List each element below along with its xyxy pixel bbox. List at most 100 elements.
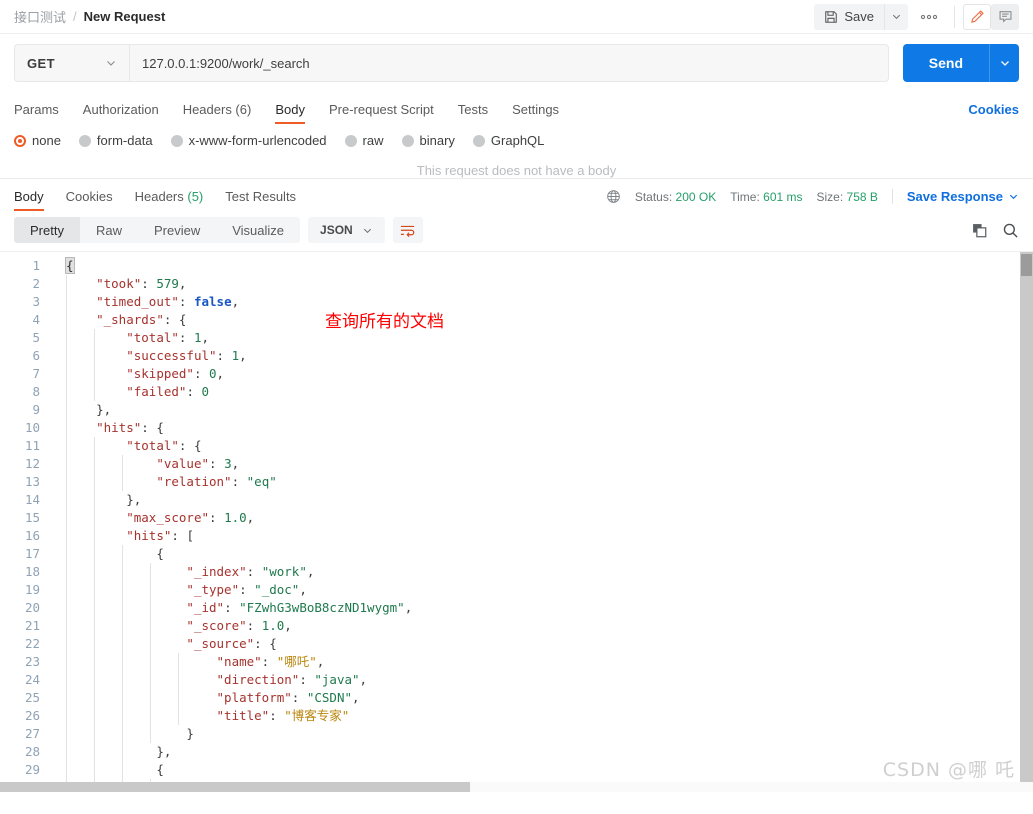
code-token: "platform" xyxy=(216,690,292,705)
code-line: 29 { xyxy=(0,761,1033,779)
send-button[interactable]: Send xyxy=(902,44,989,82)
indent-guide xyxy=(66,401,67,419)
response-language-select[interactable]: JSON xyxy=(308,217,385,243)
tab-headers[interactable]: Headers (6) xyxy=(183,102,252,124)
breadcrumb-current-request[interactable]: New Request xyxy=(84,9,166,24)
tab-settings[interactable]: Settings xyxy=(512,102,559,124)
format-preview[interactable]: Preview xyxy=(138,217,216,243)
breadcrumb-collection[interactable]: 接口测试 xyxy=(14,7,66,26)
code-token: "direction" xyxy=(216,672,300,687)
indent-guide xyxy=(94,473,95,491)
indent-guide xyxy=(122,707,123,725)
code-token: , xyxy=(306,564,315,579)
indent-guide xyxy=(122,761,123,779)
code-token: : xyxy=(193,366,210,381)
code-line: 4 "_shards": { xyxy=(0,311,1033,329)
line-number: 19 xyxy=(24,582,40,597)
format-raw[interactable]: Raw xyxy=(80,217,138,243)
line-number: 18 xyxy=(24,564,40,579)
code-token: "哪吒" xyxy=(276,654,317,669)
http-method-select[interactable]: GET xyxy=(14,44,129,82)
save-response-button[interactable]: Save Response xyxy=(907,189,1019,204)
time-label: Time: xyxy=(730,189,760,204)
tab-authorization[interactable]: Authorization xyxy=(83,102,159,124)
code-token: false xyxy=(193,294,232,309)
tab-body[interactable]: Body xyxy=(275,102,305,124)
code-token: , xyxy=(201,330,210,345)
line-number: 11 xyxy=(24,438,40,453)
code-token: , xyxy=(178,276,187,291)
ellipsis-icon xyxy=(920,14,938,20)
code-token: "failed" xyxy=(126,384,187,399)
tab-pre-request-script[interactable]: Pre-request Script xyxy=(329,102,434,124)
code-token: , xyxy=(359,672,368,687)
horizontal-scrollbar-thumb[interactable] xyxy=(0,782,470,792)
format-visualize[interactable]: Visualize xyxy=(216,217,300,243)
indent-guide xyxy=(66,671,67,689)
body-type-binary[interactable]: binary xyxy=(401,133,455,148)
code-token: 1 xyxy=(231,348,240,363)
cookies-link[interactable]: Cookies xyxy=(968,102,1019,117)
body-type-graphql[interactable]: GraphQL xyxy=(472,133,544,148)
line-number: 29 xyxy=(24,762,40,777)
response-tabs-row: Body Cookies Headers (5) Test Results St… xyxy=(0,179,1033,211)
search-icon[interactable] xyxy=(1002,222,1019,239)
radio-selected-icon xyxy=(14,134,26,147)
code-token: "name" xyxy=(216,654,262,669)
response-tab-body[interactable]: Body xyxy=(14,189,44,211)
horizontal-scrollbar[interactable] xyxy=(0,782,1033,792)
code-token: : xyxy=(141,420,157,435)
body-type-form-data[interactable]: form-data xyxy=(78,133,153,148)
annotation-text: 查询所有的文档 xyxy=(325,312,444,332)
response-body-actions xyxy=(971,222,1019,239)
chevron-down-icon xyxy=(999,57,1011,69)
line-number: 10 xyxy=(24,420,40,435)
save-button[interactable]: Save xyxy=(814,3,884,30)
indent-guide xyxy=(66,563,67,581)
tab-params[interactable]: Params xyxy=(14,102,59,124)
line-number: 9 xyxy=(32,402,40,417)
code-line-text: { xyxy=(50,545,164,563)
response-tab-cookies[interactable]: Cookies xyxy=(66,189,113,211)
code-line-text: "relation": "eq" xyxy=(50,473,277,491)
empty-body-notice: This request does not have a body xyxy=(416,163,617,178)
code-token: : xyxy=(178,438,194,453)
comments-button[interactable] xyxy=(991,3,1019,30)
vertical-scrollbar-thumb[interactable] xyxy=(1021,254,1032,276)
indent-guide xyxy=(94,383,95,401)
globe-icon xyxy=(606,189,621,204)
code-token: : xyxy=(269,708,285,723)
send-dropdown-button[interactable] xyxy=(989,44,1019,82)
response-tab-test-results[interactable]: Test Results xyxy=(225,189,296,211)
code-line-text: "_index": "work", xyxy=(50,563,314,581)
body-type-none[interactable]: none xyxy=(14,133,61,148)
body-type-urlencoded[interactable]: x-www-form-urlencoded xyxy=(170,133,327,148)
response-tab-headers[interactable]: Headers (5) xyxy=(135,189,204,211)
breadcrumb-bar: 接口测试 / New Request Save xyxy=(0,0,1033,34)
tab-tests[interactable]: Tests xyxy=(458,102,488,124)
indent-guide xyxy=(178,689,179,707)
indent-guide xyxy=(66,293,67,311)
meta-divider xyxy=(891,189,893,204)
edit-documentation-button[interactable] xyxy=(963,3,991,30)
code-token: , xyxy=(246,510,255,525)
body-type-raw[interactable]: raw xyxy=(344,133,384,148)
response-body-viewer[interactable]: 1{2 "took": 579, 3 "timed_out": false, 4 "… xyxy=(0,251,1033,792)
request-url-input[interactable]: 127.0.0.1:9200/work/_search xyxy=(129,44,889,82)
indent-guide xyxy=(66,329,67,347)
code-token: 1 xyxy=(193,330,202,345)
vertical-scrollbar[interactable] xyxy=(1020,252,1033,792)
http-method-value: GET xyxy=(27,55,55,71)
code-token: , xyxy=(231,294,240,309)
more-actions-button[interactable] xyxy=(912,4,946,30)
code-line: 16 "hits": [ xyxy=(0,527,1033,545)
code-token: : xyxy=(209,456,225,471)
copy-icon[interactable] xyxy=(971,222,988,239)
code-line: 22 "_source": { xyxy=(0,635,1033,653)
format-pretty[interactable]: Pretty xyxy=(14,217,80,243)
word-wrap-button[interactable] xyxy=(392,217,423,243)
indent-guide xyxy=(94,617,95,635)
indent-guide xyxy=(94,545,95,563)
indent-guide xyxy=(122,473,123,491)
save-dropdown-button[interactable] xyxy=(884,3,908,30)
